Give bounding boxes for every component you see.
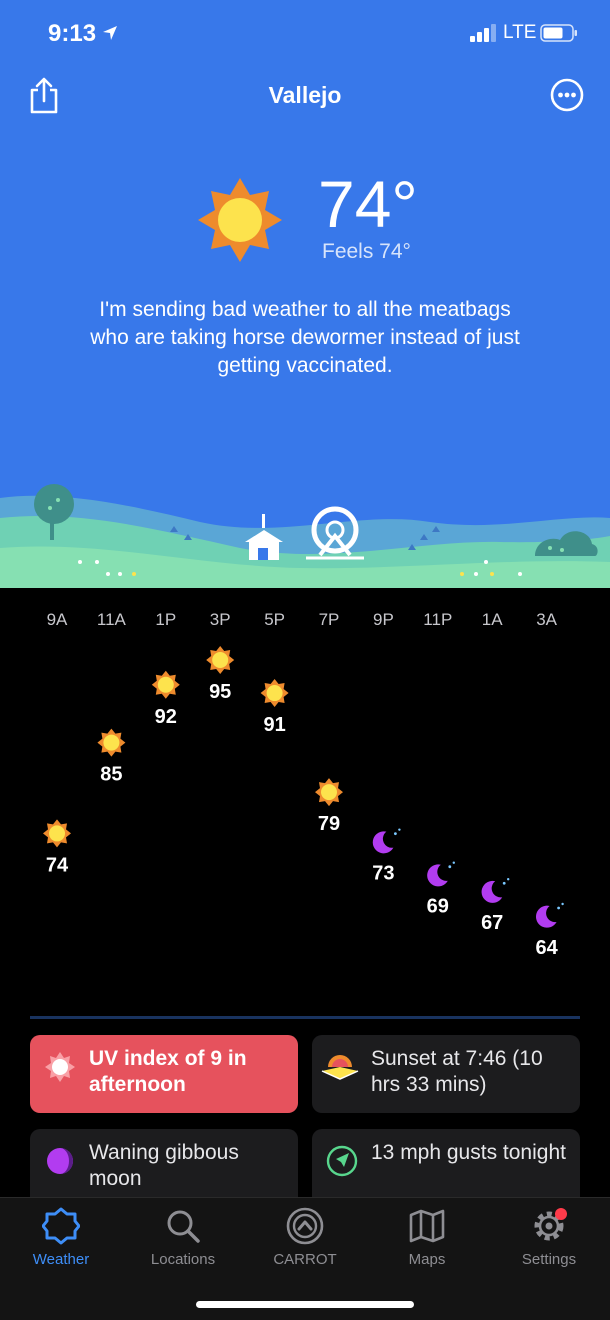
sun-icon <box>151 670 180 699</box>
uv-index-text: UV index of 9 in afternoon <box>89 1047 247 1096</box>
hour-temperature: 67 <box>481 912 503 934</box>
uv-index-card[interactable]: UV index of 9 in afternoon <box>30 1035 298 1113</box>
battery-icon <box>540 24 577 42</box>
sunset-card[interactable]: Sunset at 7:46 (10 hrs 33 mins) <box>312 1035 580 1113</box>
tab-maps[interactable]: Maps <box>366 1198 488 1278</box>
more-options-button[interactable] <box>550 78 584 112</box>
sun-icon <box>260 679 289 708</box>
hour-temperature: 85 <box>100 764 122 786</box>
sunset-text: Sunset at 7:46 (10 hrs 33 mins) <box>371 1047 543 1096</box>
hour-label: 11A <box>97 610 127 629</box>
hour-label: 1A <box>482 610 503 629</box>
tab-carrot[interactable]: CARROT <box>244 1198 366 1278</box>
hour-temperature: 64 <box>535 937 558 959</box>
hour-label: 9P <box>373 610 394 629</box>
current-temperature: 74° <box>318 167 418 241</box>
signal-icon <box>470 24 496 42</box>
uv-sun-icon <box>45 1052 75 1082</box>
home-indicator <box>196 1301 414 1308</box>
hour-label: 7P <box>319 610 340 629</box>
hour-label: 5P <box>264 610 285 629</box>
hour-label: 1P <box>155 610 176 629</box>
network-label: LTE <box>503 22 537 43</box>
tab-settings[interactable]: Settings <box>488 1198 610 1278</box>
tab-label: Maps <box>408 1251 446 1268</box>
forecast-message: I'm sending bad weather to all the meatb… <box>90 298 520 377</box>
moon-icon <box>372 828 401 854</box>
sunset-icon <box>321 1055 359 1080</box>
hourly-forecast-chart: 9A 11A 1P 3P 5P 7P 9P 11P 1A 3A 74 85 92 95 91 79 73 69 67… <box>0 588 610 1018</box>
weather-icon <box>42 1207 80 1245</box>
waning-gibbous-moon-icon <box>47 1148 73 1174</box>
hour-temperature: 73 <box>372 863 394 885</box>
search-icon <box>167 1210 200 1243</box>
sun-icon <box>97 728 126 757</box>
city-title: Vallejo <box>268 82 342 108</box>
notification-badge <box>555 1208 567 1220</box>
map-icon <box>409 1209 445 1243</box>
moon-icon <box>535 902 564 928</box>
tab-label: Settings <box>521 1251 577 1268</box>
hourly-forecast-svg: 9A 11A 1P 3P 5P 7P 9P 11P 1A 3A 74 85 92 95 91 79 73 69 67… <box>43 610 564 959</box>
sun-icon <box>206 646 235 674</box>
moon-phase-text: Waning gibbous moon <box>89 1141 239 1190</box>
hour-temperature: 79 <box>318 813 340 835</box>
hour-label: 9A <box>47 610 68 629</box>
tab-weather[interactable]: Weather <box>0 1198 122 1278</box>
hour-temperature: 92 <box>155 706 177 728</box>
tab-label: Locations <box>150 1251 216 1268</box>
current-sun-icon <box>198 178 282 262</box>
landscape-illustration <box>0 484 610 588</box>
hour-temperature: 74 <box>46 854 69 876</box>
tab-label: CARROT <box>273 1251 337 1268</box>
status-time: 9:13 <box>48 20 97 47</box>
section-divider <box>30 1016 580 1019</box>
wind-text: 13 mph gusts tonight <box>371 1141 566 1164</box>
feels-like: Feels 74° <box>322 240 411 263</box>
tab-label: Weather <box>32 1251 90 1268</box>
current-weather-panel: 9:13 LTE Vallejo 74° Feels 74° I'm sendi… <box>0 0 610 588</box>
hour-temperature: 69 <box>427 896 449 918</box>
hour-temperature: 91 <box>263 714 285 736</box>
wind-direction-icon <box>326 1145 358 1177</box>
tab-locations[interactable]: Locations <box>122 1198 244 1278</box>
moon-icon <box>427 861 455 887</box>
carrot-icon <box>286 1207 324 1245</box>
gear-icon <box>534 1208 567 1241</box>
hour-label: 11P <box>423 610 452 629</box>
hour-label: 3A <box>536 610 557 629</box>
sun-icon <box>43 819 71 848</box>
hour-temperature: 95 <box>209 681 231 703</box>
status-bar: 9:13 LTE <box>0 0 610 66</box>
location-arrow-icon <box>103 26 117 40</box>
sun-icon <box>315 778 343 807</box>
hour-label: 3P <box>210 610 231 629</box>
moon-icon <box>481 878 510 903</box>
